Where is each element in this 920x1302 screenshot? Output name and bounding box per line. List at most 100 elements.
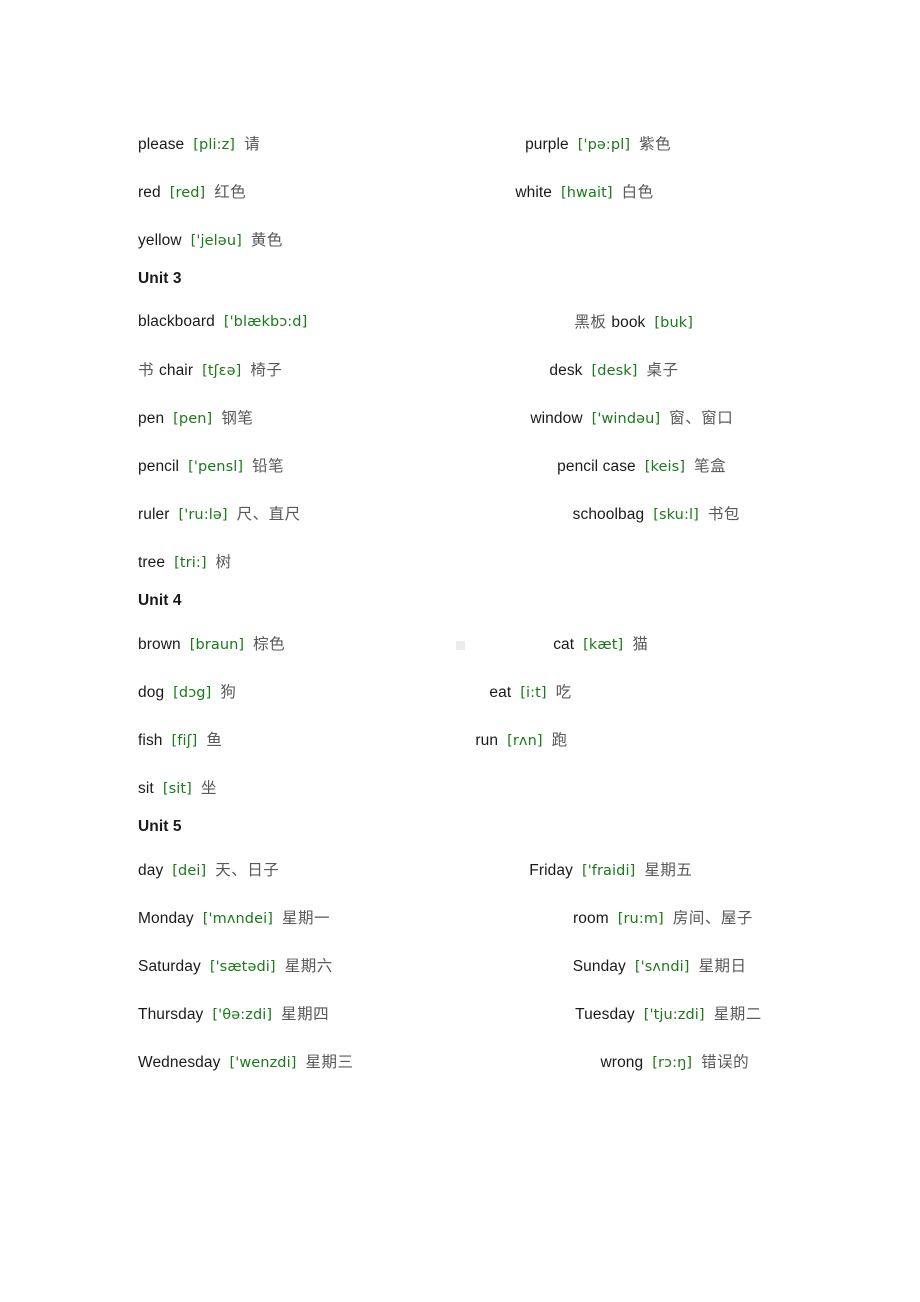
chinese-translation: 书包 [707,505,740,523]
english-word: chair [159,362,194,379]
english-word: blackboard [138,313,215,330]
vocab-row: day [dei] 天、日子 Friday ['fraidi] 星期五 [138,846,778,894]
english-word: window [530,410,583,427]
chinese-translation: 星期六 [284,957,333,975]
column-gap [301,490,573,538]
column-gap [284,442,557,490]
english-word: dog [138,684,165,701]
phonetic-transcription: [braun] [189,637,245,653]
english-word: day [138,862,164,879]
phonetic-transcription: ['wenzdi] [229,1055,297,1071]
english-word: Monday [138,910,194,927]
english-word: Wednesday [138,1054,221,1071]
column-gap [285,620,553,668]
vocab-entry-left: please [pli:z] 请 [138,120,260,173]
vocab-entry-right: cat [kæt] 猫 [553,620,648,673]
chinese-translation: 狗 [220,683,237,701]
chinese-translation: 房间、屋子 [672,909,753,927]
phonetic-transcription: [ru:m] [617,911,664,927]
vocab-row: Wednesday ['wenzdi] 星期三 wrong [rɔ:ŋ] 错误的 [138,1038,778,1086]
vocab-entry-right: pencil case [keis] 笔盒 [557,442,726,495]
vocab-row: yellow ['jeləu] 黄色 [138,216,778,264]
phonetic-transcription: [tri:] [174,555,207,571]
phonetic-transcription: ['pə:pl] [577,137,631,153]
english-word: book [611,314,646,331]
vocab-row: Saturday ['sætədi] 星期六 Sunday ['sʌndi] 星期日 [138,942,778,990]
phonetic-transcription: [sit] [162,781,192,797]
chinese-translation: 白色 [621,183,654,201]
chinese-translation: 星期四 [281,1005,330,1023]
phonetic-transcription: ['jeləu] [190,233,242,249]
chinese-translation: 天、日子 [215,861,280,879]
chinese-translation: 错误的 [701,1053,750,1071]
chinese-translation: 请 [244,135,261,153]
vocab-entry-left: fish [fiʃ] 鱼 [138,716,222,769]
vocab-entry-left: Wednesday ['wenzdi] 星期三 [138,1038,354,1091]
vocab-entry-right: Sunday ['sʌndi] 星期日 [573,942,747,995]
english-word: eat [489,684,512,701]
chinese-translation: 鱼 [206,731,223,749]
vocab-row: ruler ['ru:lə] 尺、直尺 schoolbag [sku:l] 书包 [138,490,778,538]
phonetic-transcription: [keis] [644,459,686,475]
phonetic-transcription: ['ru:lə] [178,507,228,523]
chinese-translation: 桌子 [646,361,679,379]
english-word: pencil case [557,458,636,475]
vocab-entry-left: pencil ['pensl] 铅笔 [138,442,284,495]
chinese-translation: 星期三 [305,1053,354,1071]
vocab-entry-left: tree [tri:] 树 [138,538,232,591]
vocab-entry-right: eat [i:t] 吃 [489,668,571,721]
english-word: room [573,910,609,927]
column-gap [236,668,489,716]
chinese-lead: 书 [138,361,155,379]
column-gap [354,1038,601,1086]
page: please [pli:z] 请 purple ['pə:pl] 紫色 red [red] 红… [0,0,920,1302]
chinese-translation: 吃 [555,683,572,701]
vocab-entry-left: ruler ['ru:lə] 尺、直尺 [138,490,301,543]
column-gap [329,990,575,1038]
phonetic-transcription: ['blækbɔ:d] [223,314,308,330]
phonetic-transcription: [rʌn] [507,733,543,749]
chinese-translation: 棕色 [253,635,286,653]
column-gap [282,346,549,394]
english-word: wrong [600,1054,644,1071]
chinese-translation: 黄色 [250,231,283,249]
chinese-translation: 钢笔 [221,409,254,427]
vocab-entry-left: Thursday ['θə:zdi] 星期四 [138,990,329,1043]
vocab-entry-left: sit [sit] 坐 [138,764,217,817]
english-word: please [138,136,185,153]
phonetic-transcription: ['fraidi] [581,863,636,879]
english-word: white [515,184,552,201]
vocab-entry-left: yellow ['jeləu] 黄色 [138,216,283,269]
phonetic-transcription: ['tju:zdi] [643,1007,705,1023]
english-word: cat [553,636,575,653]
phonetic-transcription: [rɔ:ŋ] [652,1055,693,1071]
english-word: purple [525,136,569,153]
english-word: pencil [138,458,180,475]
phonetic-transcription: [buk] [654,315,693,331]
chinese-translation: 铅笔 [252,457,285,475]
vocab-row: tree [tri:] 树 [138,538,778,586]
column-gap [253,394,530,442]
vocab-entry-left: brown [braun] 棕色 [138,620,285,673]
vocab-entry-left: dog [dɔg] 狗 [138,668,236,721]
phonetic-transcription: [i:t] [520,685,547,701]
column-gap [260,120,525,168]
column-gap [307,298,574,346]
column-gap [330,894,573,942]
chinese-translation: 星期五 [644,861,693,879]
vocab-entry-right: wrong [rɔ:ŋ] 错误的 [601,1038,750,1091]
phonetic-transcription: [pli:z] [193,137,236,153]
vocab-row: pen [pen] 钢笔 window ['windəu] 窗、窗口 [138,394,778,442]
english-word: Saturday [138,958,201,975]
phonetic-transcription: [kæt] [583,637,624,653]
english-word: schoolbag [572,506,645,523]
english-word: fish [138,732,163,749]
english-word: yellow [138,232,182,249]
vocab-entry-right: 黑板 book [buk] [574,298,693,351]
chinese-translation: 紫色 [639,135,672,153]
vocab-row: please [pli:z] 请 purple ['pə:pl] 紫色 [138,120,778,168]
english-word: red [138,184,161,201]
english-word: Thursday [138,1006,204,1023]
gray-square-artifact [456,641,465,650]
vocab-entry-right: window ['windəu] 窗、窗口 [530,394,733,447]
